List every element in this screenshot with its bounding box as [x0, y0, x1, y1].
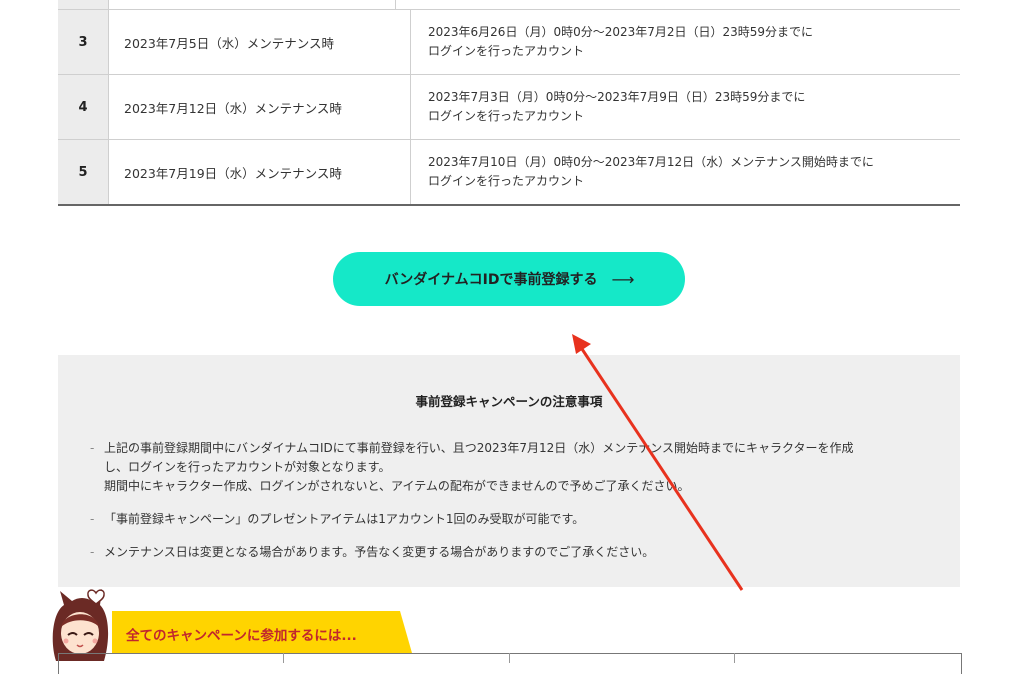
condition-target: ログインを行ったアカウント: [428, 174, 585, 188]
bullet-dash-icon: -: [90, 441, 95, 455]
row-date: [108, 0, 395, 9]
row-number: 5: [58, 140, 108, 204]
mascot-character-icon: [52, 589, 109, 661]
pre-register-label: バンダイナムコIDで事前登録する: [384, 272, 598, 288]
table-row: 4 2023年7月12日（水）メンテナンス時 2023年7月3日（月）0時0分～…: [58, 75, 960, 140]
list-item: - 「事前登録キャンペーン」のプレゼントアイテムは1アカウント1回のみ受取が可能…: [90, 510, 930, 529]
table-divider: [734, 653, 735, 663]
row-condition: [395, 0, 960, 9]
note-line: メンテナンス日は変更となる場合があります。予告なく変更する場合がありますのでご了…: [104, 545, 655, 559]
table-row: [58, 0, 960, 10]
condition-target: ログインを行ったアカウント: [428, 44, 585, 58]
condition-period: 2023年7月10日（月）0時0分～2023年7月12日（水）メンテナンス開始時…: [428, 155, 874, 169]
row-number: 4: [58, 75, 108, 139]
row-condition: 2023年7月3日（月）0時0分～2023年7月9日（日）23時59分までに ロ…: [410, 75, 960, 139]
bullet-dash-icon: -: [90, 545, 95, 559]
row-date: 2023年7月12日（水）メンテナンス時: [108, 75, 410, 139]
table-row: 5 2023年7月19日（水）メンテナンス時 2023年7月10日（月）0時0分…: [58, 140, 960, 204]
arrow-right-icon: ⟶: [611, 269, 634, 289]
note-line: し、ログインを行ったアカウントが対象となります。: [104, 460, 391, 474]
condition-period: 2023年7月3日（月）0時0分～2023年7月9日（日）23時59分までに: [428, 90, 806, 104]
pre-register-button[interactable]: バンダイナムコIDで事前登録する ⟶: [333, 252, 685, 306]
row-condition: 2023年7月10日（月）0時0分～2023年7月12日（水）メンテナンス開始時…: [410, 140, 960, 204]
notes-list: - 上記の事前登録期間中にバンダイナムコIDにて事前登録を行い、且つ2023年7…: [90, 439, 930, 576]
table-row: 3 2023年7月5日（水）メンテナンス時 2023年6月26日（月）0時0分～…: [58, 10, 960, 75]
row-number: [58, 0, 108, 9]
note-line: 期間中にキャラクター作成、ログインがされないと、アイテムの配布ができませんので予…: [104, 479, 690, 493]
note-line: 「事前登録キャンペーン」のプレゼントアイテムは1アカウント1回のみ受取が可能です…: [104, 512, 585, 526]
row-date: 2023年7月5日（水）メンテナンス時: [108, 10, 410, 74]
section-title: 全てのキャンペーンに参加するには...: [126, 628, 357, 644]
row-date: 2023年7月19日（水）メンテナンス時: [108, 140, 410, 204]
list-item: - メンテナンス日は変更となる場合があります。予告なく変更する場合がありますので…: [90, 543, 930, 562]
notes-title: 事前登録キャンペーンの注意事項: [415, 394, 603, 409]
note-line: 上記の事前登録期間中にバンダイナムコIDにて事前登録を行い、且つ2023年7月1…: [104, 441, 854, 455]
condition-period: 2023年6月26日（月）0時0分～2023年7月2日（日）23時59分までに: [428, 25, 814, 39]
table-divider: [283, 653, 284, 663]
campaign-notes: 事前登録キャンペーンの注意事項 - 上記の事前登録期間中にバンダイナムコIDにて…: [58, 355, 960, 587]
condition-target: ログインを行ったアカウント: [428, 109, 585, 123]
list-item: - 上記の事前登録期間中にバンダイナムコIDにて事前登録を行い、且つ2023年7…: [90, 439, 930, 496]
bullet-dash-icon: -: [90, 512, 95, 526]
row-condition: 2023年6月26日（月）0時0分～2023年7月2日（日）23時59分までに …: [410, 10, 960, 74]
table-divider: [509, 653, 510, 663]
participation-table: [58, 653, 962, 674]
row-number: 3: [58, 10, 108, 74]
schedule-table: 3 2023年7月5日（水）メンテナンス時 2023年6月26日（月）0時0分～…: [58, 0, 960, 206]
